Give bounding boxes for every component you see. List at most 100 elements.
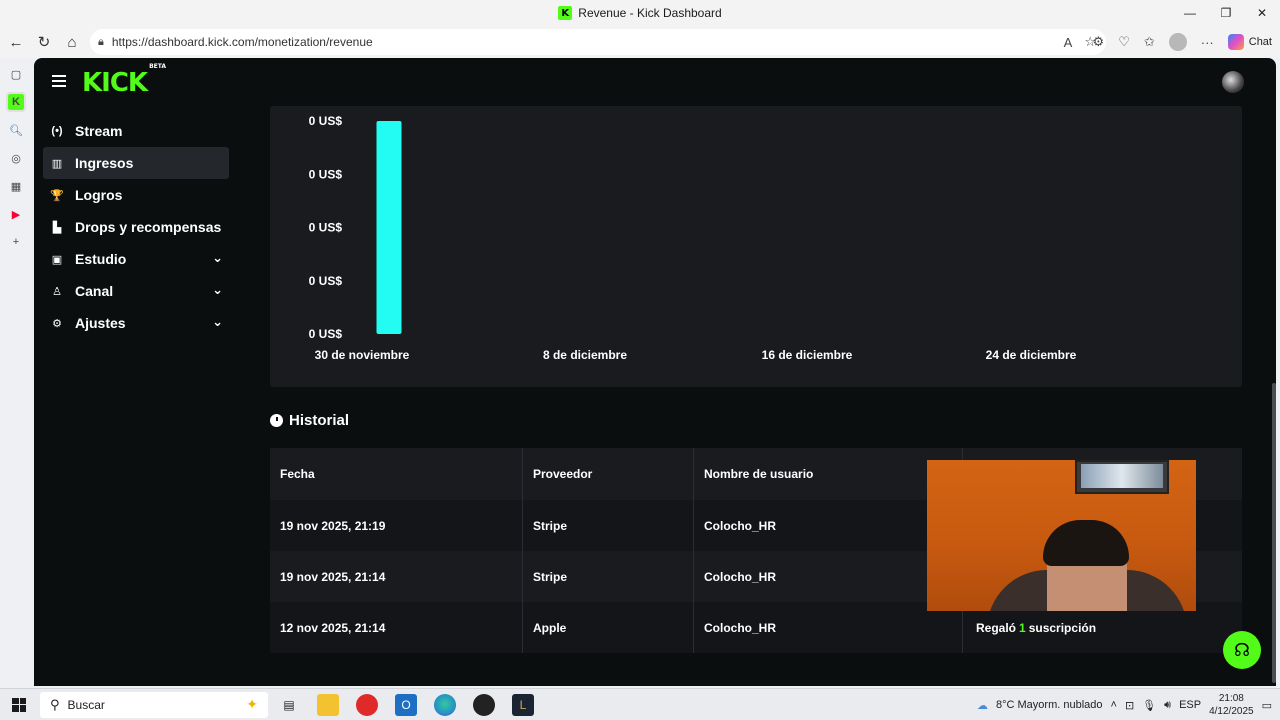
sidebar-item-canal[interactable]: ♙ Canal ⌄ xyxy=(43,275,229,307)
browser-essentials-icon[interactable]: ♡ xyxy=(1118,34,1130,50)
file-explorer-icon[interactable] xyxy=(317,694,339,716)
y-tick-label: 0 US$ xyxy=(309,167,343,181)
y-tick-label: 0 US$ xyxy=(309,114,343,128)
search-icon: ⚲ xyxy=(50,697,60,712)
kick-tab-icon[interactable]: K xyxy=(6,92,26,112)
beta-badge: BETA xyxy=(149,63,167,71)
sidebar-item-ingresos[interactable]: ▥ Ingresos xyxy=(43,147,229,179)
gift-icon: ▙ xyxy=(52,221,62,234)
x-tick-label: 16 de diciembre xyxy=(762,348,853,362)
weather-text[interactable]: 8°C Mayorm. nublado xyxy=(996,699,1103,711)
read-aloud-icon[interactable]: A xyxy=(1064,35,1073,50)
calendar-icon[interactable]: ▦ xyxy=(8,178,24,194)
sidebar-item-label: Ingresos xyxy=(75,155,134,171)
taskbar-search[interactable]: ⚲ Buscar ✦ xyxy=(40,692,268,718)
scrollbar-thumb[interactable] xyxy=(1272,383,1276,683)
sidebar-item-logros[interactable]: 🏆 Logros xyxy=(43,179,229,211)
language-indicator[interactable]: ESP xyxy=(1179,699,1201,711)
volume-icon[interactable]: 🔊︎ xyxy=(1164,699,1171,712)
chevron-down-icon[interactable]: ⌄ xyxy=(212,250,223,266)
chart-bar[interactable] xyxy=(376,121,402,334)
restore-button[interactable]: ❐ xyxy=(1208,0,1244,26)
sidebar-item-label: Ajustes xyxy=(75,315,126,331)
url-text[interactable]: https://dashboard.kick.com/monetization/… xyxy=(112,35,373,49)
webcam-person-hair xyxy=(1043,520,1129,566)
cell-usuario: Colocho_HR xyxy=(694,500,963,551)
x-tick-label: 8 de diciembre xyxy=(543,348,627,362)
cell-fecha: 12 nov 2025, 21:14 xyxy=(270,602,523,653)
hamburger-menu-icon[interactable] xyxy=(52,75,66,87)
address-bar[interactable]: 🔒︎ https://dashboard.kick.com/monetizati… xyxy=(90,29,1106,55)
browser-toolbar: ← ↻ ⌂ 🔒︎ https://dashboard.kick.com/mone… xyxy=(0,26,1280,58)
refresh-button[interactable]: ↻ xyxy=(30,28,58,56)
kick-favicon-icon: K xyxy=(558,6,573,20)
column-header-fecha[interactable]: Fecha xyxy=(270,448,523,500)
revenue-chart: 0 US$ 0 US$ 0 US$ 0 US$ 0 US$ 30 de noviembre… xyxy=(309,114,1077,362)
sidebar-item-stream[interactable]: (•) Stream xyxy=(43,115,229,147)
close-button[interactable]: ✕ xyxy=(1244,0,1280,26)
detail-prefix: Regaló xyxy=(976,620,1017,635)
add-sidebar-app-icon[interactable]: + xyxy=(8,234,24,250)
tray-overflow-icon[interactable]: ˄ xyxy=(1111,699,1117,711)
search-icon[interactable]: 🔍︎ xyxy=(8,122,24,138)
store-app-icon[interactable] xyxy=(356,694,378,716)
back-button[interactable]: ← xyxy=(2,28,30,56)
extensions-icon[interactable]: ⚙ xyxy=(1093,34,1105,50)
webcam-tv xyxy=(1075,460,1169,494)
webcam-overlay xyxy=(927,460,1196,611)
cell-proveedor: Stripe xyxy=(523,551,694,602)
more-options-icon[interactable]: ··· xyxy=(1201,35,1214,50)
task-view-icon[interactable]: ▤ xyxy=(278,694,300,716)
system-tray: ☁ 8°C Mayorm. nublado ˄ ⊡ 🎙︎ 🔊︎ ESP 21:0… xyxy=(977,689,1272,720)
network-icon[interactable]: ⊡ xyxy=(1125,699,1134,712)
window-controls: — ❐ ✕ xyxy=(1172,0,1280,26)
kick-logo-text: KICK xyxy=(82,68,148,98)
y-tick-label: 0 US$ xyxy=(309,221,343,235)
outlook-icon[interactable]: O xyxy=(395,694,417,716)
clock[interactable]: 21:08 4/12/2025 xyxy=(1209,692,1254,718)
cell-fecha: 19 nov 2025, 21:19 xyxy=(270,500,523,551)
sidebar-item-ajustes[interactable]: ⚙ Ajustes ⌄ xyxy=(43,307,229,339)
chevron-down-icon[interactable]: ⌄ xyxy=(212,314,223,330)
sidebar-item-drops[interactable]: ▙ Drops y recompensas xyxy=(43,211,229,243)
user-avatar[interactable] xyxy=(1222,71,1244,93)
site-info-icon[interactable]: 🔒︎ xyxy=(98,36,104,49)
history-heading: Historial xyxy=(270,412,349,429)
copilot-icon xyxy=(1227,34,1244,50)
kick-dashboard: KICKBETA (•) Stream ▥ Ingresos 🏆 Logros … xyxy=(34,58,1276,686)
app-header: KICKBETA xyxy=(34,58,1276,106)
copilot-chat-label: Chat xyxy=(1248,36,1272,48)
taskbar-apps: ▤ O L xyxy=(278,694,534,716)
sidebar-item-estudio[interactable]: ▣ Estudio ⌄ xyxy=(43,243,229,275)
home-button[interactable]: ⌂ xyxy=(58,28,86,56)
address-bar-actions: A ☆ xyxy=(1064,29,1096,55)
cell-proveedor: Apple xyxy=(523,602,694,653)
headset-icon: ☊ xyxy=(1234,639,1250,660)
column-header-usuario[interactable]: Nombre de usuario xyxy=(694,448,963,500)
minimize-button[interactable]: — xyxy=(1172,0,1208,26)
trophy-icon: 🏆 xyxy=(50,189,64,202)
mic-icon[interactable]: 🎙︎ xyxy=(1142,699,1156,712)
profile-avatar[interactable] xyxy=(1168,33,1187,51)
column-header-proveedor[interactable]: Proveedor xyxy=(523,448,694,500)
support-chat-button[interactable]: ☊ xyxy=(1223,631,1261,669)
copilot-chat-button[interactable]: Chat xyxy=(1227,34,1272,50)
window-title-text: Revenue - Kick Dashboard xyxy=(578,6,722,20)
copilot-sidebar-icon[interactable]: ◎ xyxy=(8,150,24,166)
notifications-icon[interactable]: ▭ xyxy=(1262,699,1272,712)
weather-icon[interactable]: ☁ xyxy=(977,699,988,712)
x-tick-label: 30 de noviembre xyxy=(315,348,410,362)
cell-usuario: Colocho_HR xyxy=(694,551,963,602)
sidebar-item-label: Drops y recompensas xyxy=(75,219,222,235)
chevron-down-icon[interactable]: ⌄ xyxy=(212,282,223,298)
youtube-icon[interactable]: ▶ xyxy=(8,206,24,222)
windows-start-icon[interactable] xyxy=(12,697,26,712)
app-dark-icon[interactable] xyxy=(473,694,495,716)
favorites-icon[interactable]: ✩ xyxy=(1144,34,1155,50)
tab-actions-icon[interactable]: ▢ xyxy=(8,66,24,82)
kick-logo[interactable]: KICKBETA xyxy=(82,63,166,98)
revenue-chart-icon: ▥ xyxy=(51,157,63,170)
y-tick-label: 0 US$ xyxy=(309,327,343,341)
edge-icon[interactable] xyxy=(434,694,456,716)
league-icon[interactable]: L xyxy=(512,694,534,716)
